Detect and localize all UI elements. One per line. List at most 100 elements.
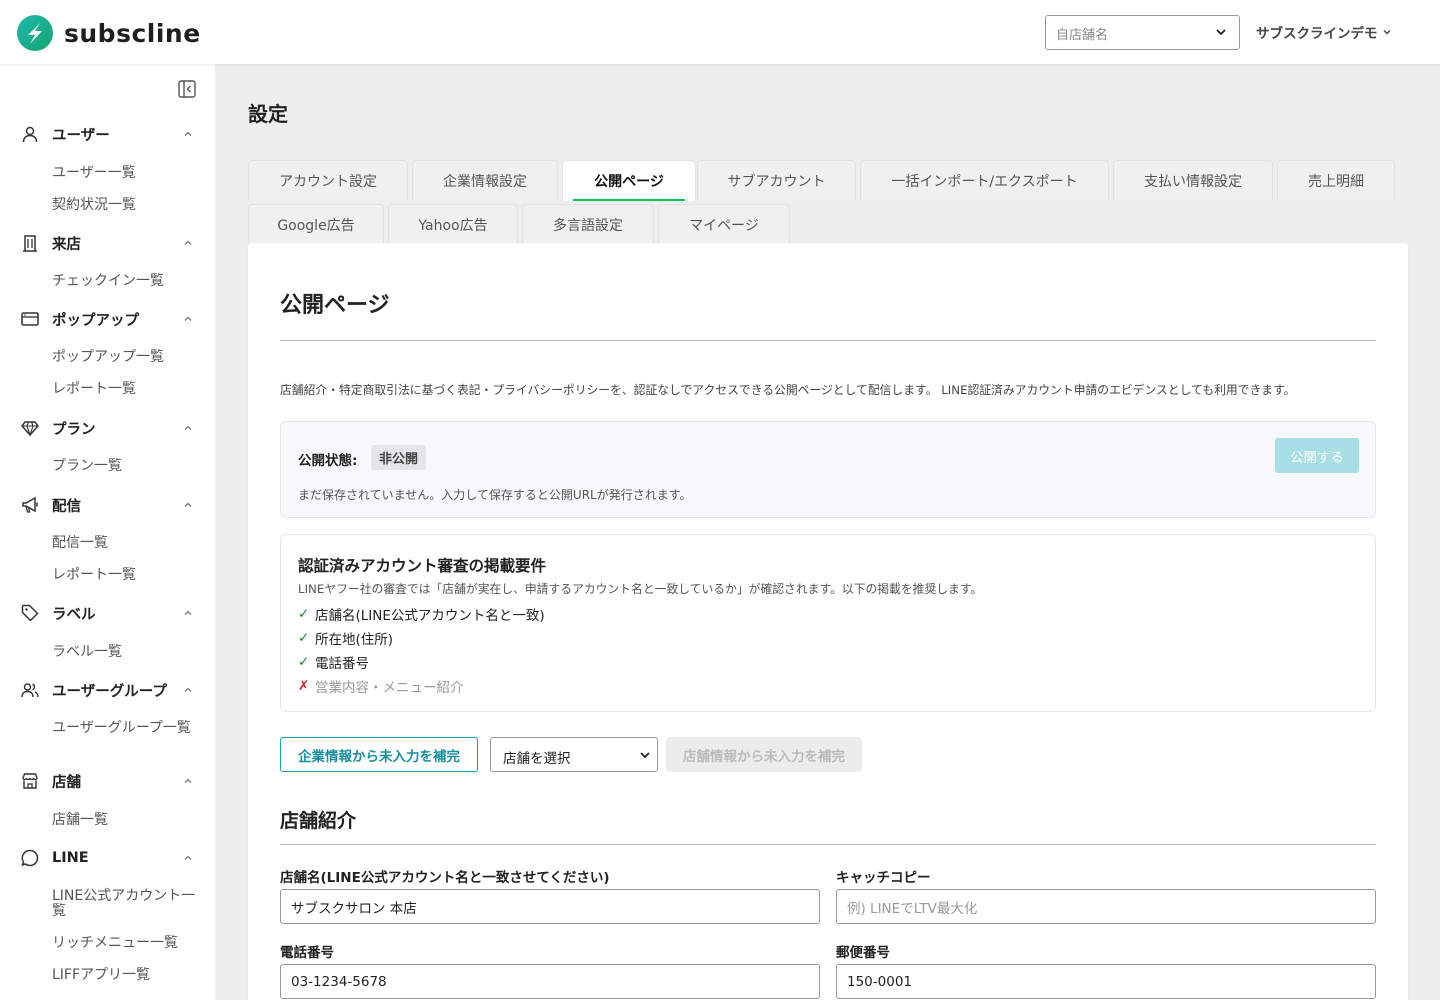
chevron-up-icon <box>184 687 192 692</box>
sidebar-group-line[interactable]: LINE <box>20 846 195 870</box>
divider <box>280 340 1376 341</box>
tab-account-settings[interactable]: アカウント設定 <box>248 160 408 200</box>
publish-status-panel: 公開状態: 非公開 公開する まだ保存されていません。入力して保存すると公開UR… <box>280 421 1376 518</box>
store-select[interactable]: 自店舗名 <box>1045 15 1240 50</box>
sidebar-item-popup-list[interactable]: ポップアップ一覧 <box>52 350 197 365</box>
sidebar-group-user-group[interactable]: ユーザーグループ <box>20 678 195 702</box>
megaphone-icon <box>20 495 40 515</box>
catchcopy-label: キャッチコピー <box>836 870 931 886</box>
store-select-placeholder: 自店舗名 <box>1056 28 1109 43</box>
sidebar-group-visit[interactable]: 来店 <box>20 231 195 255</box>
chevron-down-icon <box>1383 30 1390 35</box>
tab-yahoo-ads[interactable]: Yahoo広告 <box>388 204 518 244</box>
chevron-up-icon <box>184 425 192 430</box>
sidebar-item-store-list[interactable]: 店舗一覧 <box>52 813 197 828</box>
status-badge: 非公開 <box>371 445 427 470</box>
tab-bulk-import-export[interactable]: 一括インポート/エクスポート <box>860 160 1109 200</box>
divider <box>280 844 1376 845</box>
requirement-item: ✓ 店舗名(LINE公式アカウント名と一致) <box>298 604 545 624</box>
check-icon: ✓ <box>298 654 310 670</box>
sidebar-group-delivery[interactable]: 配信 <box>20 493 195 517</box>
sidebar-group-popup[interactable]: ポップアップ <box>20 307 195 331</box>
publish-button[interactable]: 公開する <box>1275 438 1359 473</box>
chevron-up-icon <box>184 778 192 783</box>
chevron-up-icon <box>184 502 192 507</box>
postal-label: 郵便番号 <box>836 945 890 961</box>
catchcopy-input[interactable]: 例) LINEでLTV最大化 <box>836 889 1376 924</box>
requirement-text: 営業内容・メニュー紹介 <box>315 680 464 696</box>
sidebar-item-checkins[interactable]: チェックイン一覧 <box>52 274 197 289</box>
sidebar-group-store[interactable]: 店舗 <box>20 769 195 793</box>
users-icon <box>20 680 40 700</box>
sidebar-group-label: ラベル <box>52 606 96 623</box>
sidebar-collapse-icon[interactable] <box>178 80 196 98</box>
chevron-up-icon <box>184 855 192 860</box>
tab-payment-settings[interactable]: 支払い情報設定 <box>1113 160 1273 200</box>
section-title: 店舗紹介 <box>280 810 357 832</box>
sidebar-group-label: プラン <box>52 421 96 438</box>
sidebar-item-plan-list[interactable]: プラン一覧 <box>52 459 197 474</box>
sidebar-item-delivery-list[interactable]: 配信一覧 <box>52 536 197 551</box>
store-name-label: 店舗名(LINE公式アカウント名と一致させてください) <box>280 870 610 886</box>
tab-multilingual[interactable]: 多言語設定 <box>522 204 654 244</box>
tab-public-page[interactable]: 公開ページ <box>562 160 696 201</box>
sidebar-group-label: LINE <box>52 850 89 866</box>
chevron-up-icon <box>184 131 192 136</box>
requirement-text: 店舗名(LINE公式アカウント名と一致) <box>315 608 545 624</box>
requirements-title: 認証済みアカウント審査の掲載要件 <box>298 557 547 575</box>
chevron-up-icon <box>184 240 192 245</box>
status-label: 公開状態: <box>298 453 358 469</box>
tab-sub-accounts[interactable]: サブアカウント <box>697 160 856 200</box>
subscline-logo-icon <box>17 15 53 51</box>
phone-input[interactable]: 03-1234-5678 <box>280 964 820 999</box>
sidebar-group-label: ポップアップ <box>52 312 139 329</box>
postal-input[interactable]: 150-0001 <box>836 964 1376 999</box>
logo[interactable]: subscline <box>16 14 201 52</box>
tag-icon <box>20 603 40 623</box>
tab-sales-details[interactable]: 売上明細 <box>1277 160 1395 200</box>
store-select-value: 店舗を選択 <box>503 751 571 767</box>
sidebar-group-plan[interactable]: プラン <box>20 416 195 440</box>
fill-from-company-button[interactable]: 企業情報から未入力を補完 <box>280 737 478 772</box>
sidebar-item-user-group-list[interactable]: ユーザーグループ一覧 <box>52 721 197 736</box>
sidebar-item-line-accounts[interactable]: LINE公式アカウント一覧 <box>52 889 197 919</box>
sidebar-group-label-tags[interactable]: ラベル <box>20 601 195 625</box>
chevron-down-icon <box>1216 29 1226 36</box>
account-menu[interactable]: サブスクラインデモ <box>1256 22 1392 42</box>
chevron-down-icon <box>640 752 650 759</box>
sidebar-item-label-list[interactable]: ラベル一覧 <box>52 645 197 660</box>
fill-from-store-button[interactable]: 店舗情報から未入力を補完 <box>666 737 862 772</box>
chevron-up-icon <box>184 316 192 321</box>
public-page-card: 公開ページ 店舗紹介・特定商取引法に基づく表記・プライバシーポリシーを、認証なし… <box>248 243 1408 1000</box>
diamond-icon <box>20 418 40 438</box>
requirements-panel: 認証済みアカウント審査の掲載要件 LINEヤフー社の審査では「店舗が実在し、申請… <box>280 534 1376 712</box>
sidebar-item-rich-menus[interactable]: リッチメニュー一覧 <box>52 936 197 951</box>
chevron-up-icon <box>184 610 192 615</box>
sidebar-group-label: 店舗 <box>52 774 81 791</box>
sidebar-item-contracts[interactable]: 契約状況一覧 <box>52 198 197 213</box>
intro-text: 店舗紹介・特定商取引法に基づく表記・プライバシーポリシーを、認証なしでアクセスで… <box>280 383 1296 397</box>
check-icon: ✓ <box>298 606 310 622</box>
logo-text: subscline <box>64 18 201 48</box>
requirement-text: 所在地(住所) <box>315 632 394 648</box>
requirement-item: ✓ 電話番号 <box>298 652 369 672</box>
sidebar-group-label: ユーザー <box>52 127 110 144</box>
tab-company-info[interactable]: 企業情報設定 <box>412 160 558 200</box>
requirement-item: ✗ 営業内容・メニュー紹介 <box>298 676 464 696</box>
tab-google-ads[interactable]: Google広告 <box>248 204 384 244</box>
sidebar-item-delivery-reports[interactable]: レポート一覧 <box>52 568 197 583</box>
sidebar-item-popup-reports[interactable]: レポート一覧 <box>52 382 197 397</box>
user-icon <box>20 124 40 144</box>
sidebar-item-user-list[interactable]: ユーザー一覧 <box>52 166 197 181</box>
phone-label: 電話番号 <box>280 945 334 961</box>
check-icon: ✓ <box>298 630 310 646</box>
store-select-dropdown[interactable]: 店舗を選択 <box>490 737 658 772</box>
sidebar-group-label: 配信 <box>52 498 81 515</box>
tab-my-page[interactable]: マイページ <box>658 204 790 244</box>
store-name-input[interactable]: サブスクサロン 本店 <box>280 889 820 924</box>
chat-icon <box>20 848 40 868</box>
sidebar-item-liff-apps[interactable]: LIFFアプリ一覧 <box>52 968 197 983</box>
requirement-text: 電話番号 <box>315 656 369 672</box>
sidebar-group-user[interactable]: ユーザー <box>20 122 195 146</box>
sidebar-group-label: 来店 <box>52 236 81 253</box>
